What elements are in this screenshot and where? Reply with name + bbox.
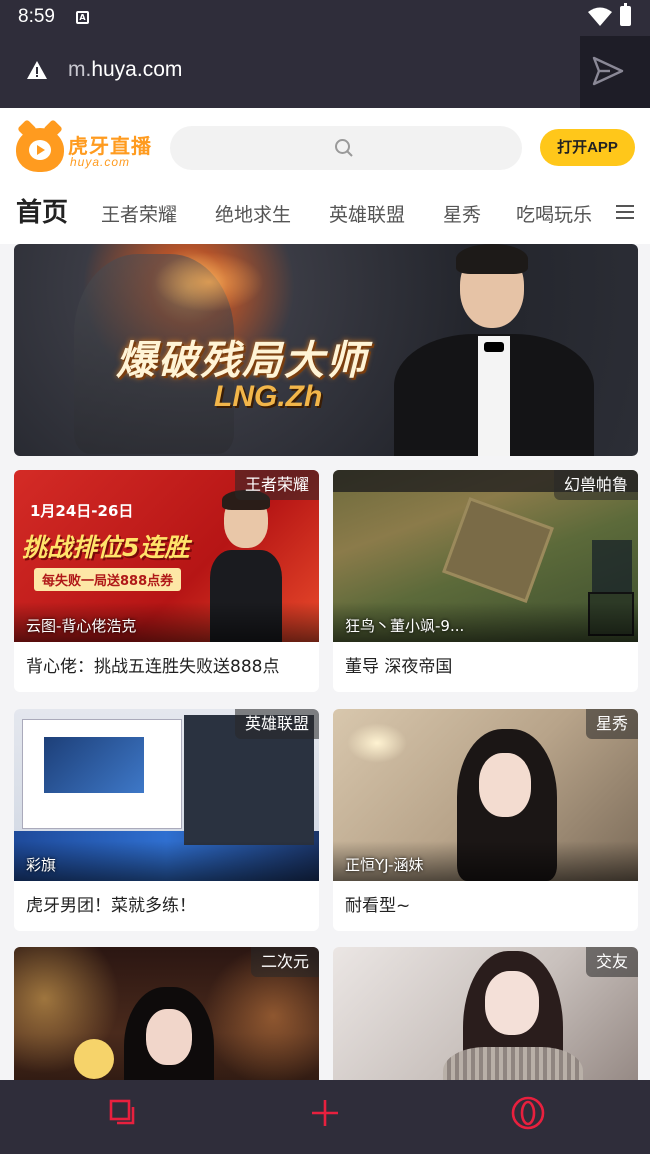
thumb-headline-text: 挑战排位5连胜	[22, 533, 190, 562]
menu-icon[interactable]	[616, 204, 634, 220]
stream-card[interactable]: 英雄联盟 彩旗 虎牙男团！菜就多练！	[14, 709, 319, 931]
site-header: 虎牙直播 huya.com 打开APP 首页 王者荣耀 绝地求生 英雄联盟 星秀…	[0, 108, 650, 244]
opera-icon[interactable]	[510, 1095, 546, 1131]
url-host: huya.com	[91, 58, 183, 81]
stream-thumbnail: 交友	[333, 947, 638, 1080]
banner-title: 爆破残局大师	[116, 338, 368, 384]
plus-icon[interactable]	[310, 1098, 340, 1128]
stream-card[interactable]: 二次元	[14, 947, 319, 1080]
category-badge: 王者荣耀	[234, 470, 319, 500]
tiger-logo-icon	[16, 128, 64, 172]
category-badge: 英雄联盟	[234, 709, 319, 739]
category-tabs: 首页 王者荣耀 绝地求生 英雄联盟 星秀 吃喝玩乐	[0, 192, 650, 236]
category-badge: 幻兽帕鲁	[553, 470, 638, 500]
send-icon	[592, 56, 624, 86]
stream-title: 耐看型~	[345, 896, 411, 916]
category-badge: 二次元	[250, 947, 319, 977]
stream-thumbnail: 二次元	[14, 947, 319, 1080]
banner-subtitle: LNG.Zh	[214, 380, 323, 413]
send-button[interactable]	[580, 36, 650, 108]
search-icon	[335, 139, 353, 157]
stream-title: 董导 深夜帝国	[345, 657, 453, 677]
url-prefix: m.	[68, 58, 92, 81]
banner-flare	[154, 252, 264, 312]
status-bar: 8:59 A	[0, 0, 650, 36]
status-time: 8:59	[18, 6, 55, 27]
tab-honor-of-kings[interactable]: 王者荣耀	[101, 200, 177, 227]
web-page: 虎牙直播 huya.com 打开APP 首页 王者荣耀 绝地求生 英雄联盟 星秀…	[0, 108, 650, 1080]
logo-domain: huya.com	[70, 155, 131, 169]
thumb-promo-text: 每失败一局送888点券	[34, 568, 182, 591]
url-field[interactable]: m.huya.com	[68, 58, 182, 82]
category-badge: 星秀	[585, 709, 638, 739]
browser-bottom-bar	[0, 1080, 650, 1154]
stream-card[interactable]: 1月24日-26日 挑战排位5连胜 每失败一局送888点券 王者荣耀 云图-背心…	[14, 470, 319, 692]
tabs-icon[interactable]	[108, 1098, 138, 1128]
streamer-name: 狂鸟丶董小飒-9...	[345, 617, 465, 635]
search-input[interactable]	[170, 126, 522, 170]
tab-lol[interactable]: 英雄联盟	[329, 200, 405, 227]
open-app-button[interactable]: 打开APP	[540, 129, 635, 166]
address-bar: m.huya.com	[0, 36, 650, 108]
streamer-name: 正恒YJ-涵妹	[345, 856, 424, 874]
stream-card[interactable]: 幻兽帕鲁 狂鸟丶董小飒-9... 董导 深夜帝国	[333, 470, 638, 692]
stream-thumbnail: 幻兽帕鲁 狂鸟丶董小飒-9...	[333, 470, 638, 642]
stream-title: 虎牙男团！菜就多练！	[26, 896, 196, 916]
tab-xingxiu[interactable]: 星秀	[443, 200, 481, 227]
stream-card[interactable]: 星秀 正恒YJ-涵妹 耐看型~	[333, 709, 638, 931]
wifi-icon	[588, 7, 612, 26]
streamer-name: 云图-背心佬浩克	[26, 617, 137, 635]
stream-title: 背心佬：挑战五连胜失败送888点	[26, 657, 280, 677]
category-badge: 交友	[585, 947, 638, 977]
tab-pubg[interactable]: 绝地求生	[215, 200, 291, 227]
stream-thumbnail: 英雄联盟 彩旗	[14, 709, 319, 881]
stream-thumbnail: 星秀 正恒YJ-涵妹	[333, 709, 638, 881]
notification-icon: A	[76, 11, 89, 24]
tab-home[interactable]: 首页	[16, 192, 68, 229]
stream-card[interactable]: 交友	[333, 947, 638, 1080]
banner-person-image	[394, 244, 594, 456]
battery-icon	[620, 3, 631, 26]
hero-banner[interactable]: 爆破残局大师 LNG.Zh	[14, 244, 638, 456]
thumb-date-text: 1月24日-26日	[30, 502, 134, 520]
warning-icon[interactable]	[26, 60, 48, 80]
tab-lifestyle[interactable]: 吃喝玩乐	[516, 200, 592, 227]
huya-logo[interactable]: 虎牙直播 huya.com	[16, 128, 156, 178]
stream-thumbnail: 1月24日-26日 挑战排位5连胜 每失败一局送888点券 王者荣耀 云图-背心…	[14, 470, 319, 642]
streamer-name: 彩旗	[26, 856, 57, 874]
